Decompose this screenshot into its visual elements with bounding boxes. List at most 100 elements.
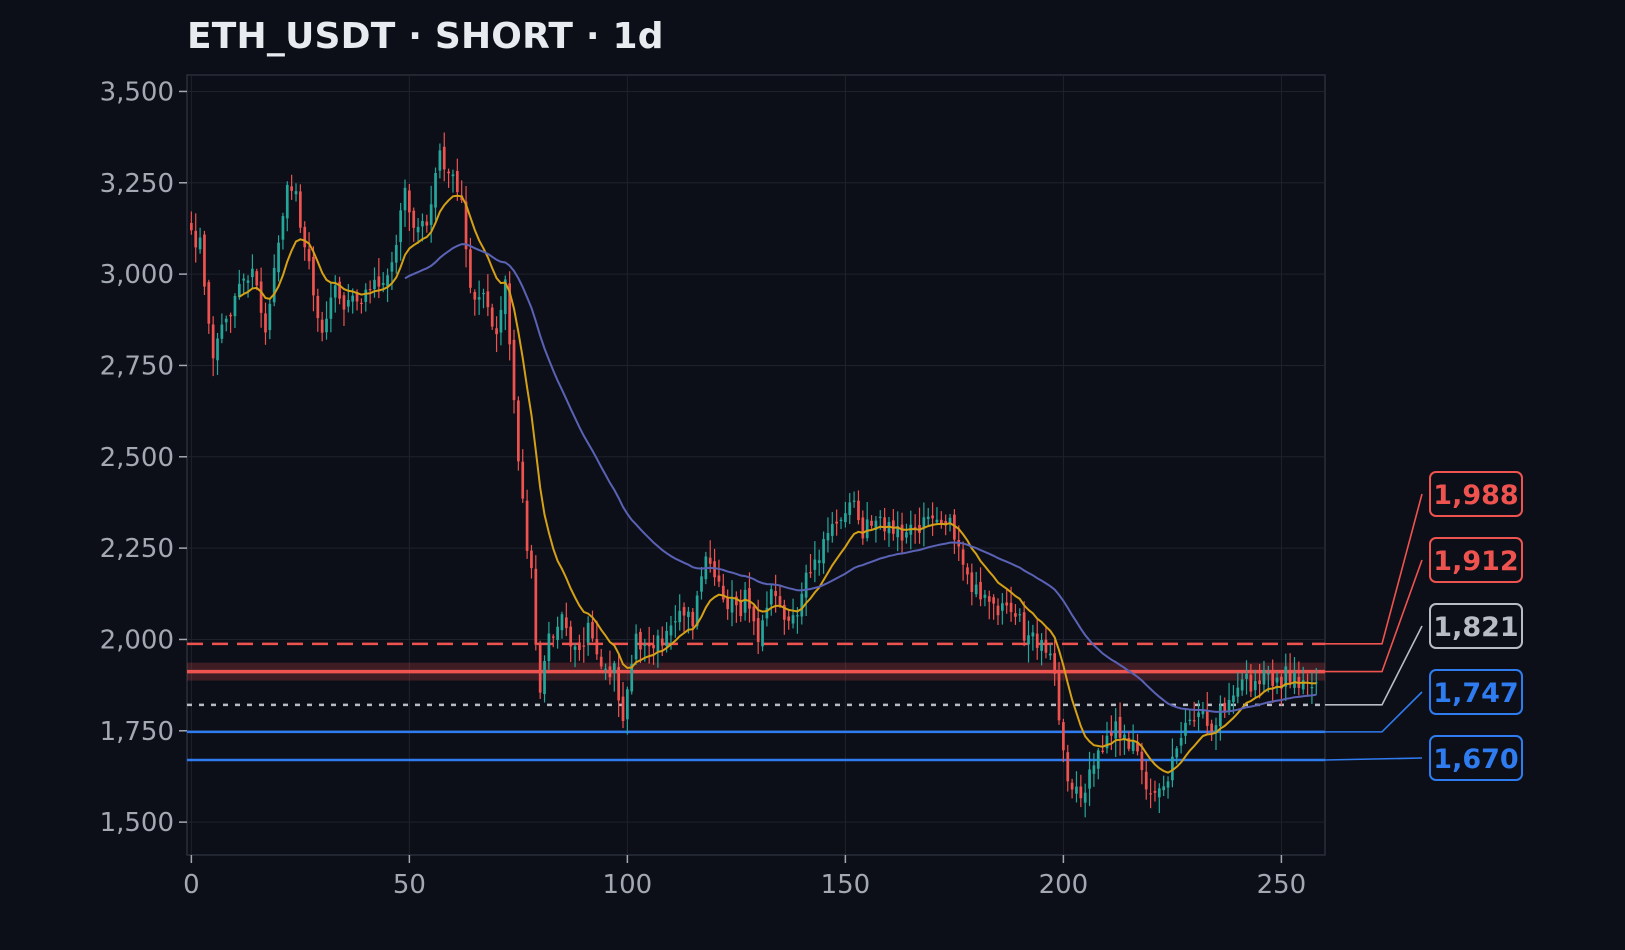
- candle-body: [560, 614, 564, 631]
- candle-body: [1310, 687, 1314, 689]
- level-price-label: 1,670: [1433, 744, 1518, 775]
- candle-body: [1040, 640, 1043, 651]
- level-price-label: 1,747: [1433, 678, 1518, 709]
- candle-body: [700, 576, 703, 592]
- candle-body: [1096, 750, 1100, 769]
- candle-body: [1022, 612, 1026, 641]
- candle-body: [556, 626, 559, 641]
- candle-body: [551, 636, 555, 638]
- candle-body: [312, 256, 315, 296]
- candle-body: [857, 500, 860, 521]
- candle-body: [325, 318, 328, 333]
- candle-body: [251, 268, 254, 278]
- candle-body: [800, 593, 804, 617]
- candle-body: [639, 631, 642, 650]
- candle-body: [883, 517, 886, 532]
- candle-body: [1035, 633, 1039, 648]
- candle-body: [935, 519, 939, 523]
- candle-body: [634, 633, 638, 660]
- candle-body: [1018, 614, 1022, 616]
- candle-body: [403, 187, 407, 211]
- y-tick-label: 2,000: [100, 625, 174, 655]
- candle-body: [1179, 737, 1183, 746]
- candle-body: [1240, 679, 1244, 691]
- candle-body: [870, 520, 873, 526]
- candle-body: [652, 644, 655, 649]
- candle-body: [469, 249, 472, 288]
- candle-body: [586, 622, 590, 643]
- candle-body: [743, 589, 747, 613]
- candle-body: [717, 575, 721, 582]
- candle-body: [268, 303, 272, 331]
- candle-body: [878, 516, 882, 518]
- y-tick-label: 2,750: [100, 351, 174, 381]
- candle-body: [285, 184, 289, 219]
- candle-body: [682, 607, 686, 616]
- x-tick-label: 0: [183, 870, 200, 900]
- candle-body: [1009, 602, 1013, 613]
- candle-body: [604, 668, 607, 670]
- candle-body: [774, 590, 777, 597]
- candle-body: [865, 519, 869, 539]
- candle-body: [617, 667, 621, 701]
- level-price-label: 1,821: [1433, 612, 1518, 643]
- candle-body: [216, 338, 219, 361]
- candle-body: [442, 146, 446, 170]
- candle-body: [1157, 788, 1161, 798]
- candle-body: [499, 309, 503, 333]
- candle-body: [1014, 613, 1017, 617]
- candle-body: [905, 532, 908, 538]
- candle-body: [669, 625, 673, 636]
- candle-body: [307, 249, 311, 262]
- candle-body: [748, 588, 751, 609]
- candle-body: [660, 638, 664, 646]
- candle-body: [525, 500, 529, 551]
- candle-body: [399, 210, 402, 243]
- candle-body: [966, 567, 969, 575]
- candle-body: [948, 517, 952, 523]
- candle-body: [752, 606, 756, 622]
- candle-body: [211, 324, 215, 359]
- candle-body: [377, 276, 381, 287]
- candle-body: [987, 596, 991, 602]
- y-tick-label: 2,250: [100, 534, 174, 564]
- candle-body: [691, 611, 695, 627]
- candle-body: [791, 615, 795, 624]
- candle-body: [421, 220, 424, 227]
- candle-body: [1262, 669, 1266, 685]
- candle-body: [804, 572, 808, 598]
- candle-body: [1166, 781, 1170, 788]
- candle-body: [242, 278, 246, 281]
- candle-body: [1131, 741, 1135, 751]
- level-price-label: 1,988: [1433, 480, 1518, 511]
- candle-body: [277, 242, 280, 273]
- candle-body: [852, 500, 856, 502]
- candle-body: [521, 461, 525, 499]
- candle-body: [229, 314, 232, 317]
- candle-body: [970, 572, 974, 592]
- candle-body: [721, 585, 725, 600]
- candle-body: [233, 295, 237, 317]
- candle-body: [1066, 752, 1070, 782]
- candle-body: [190, 222, 193, 231]
- candle-body: [599, 656, 603, 667]
- candle-body: [687, 611, 690, 617]
- candle-body: [1288, 670, 1292, 684]
- candle-body: [1245, 673, 1248, 679]
- candle-body: [290, 186, 293, 191]
- candle-body: [778, 596, 782, 605]
- candle-body: [381, 283, 385, 285]
- candle-body: [1101, 750, 1104, 752]
- y-tick-label: 1,500: [100, 808, 174, 838]
- candle-body: [198, 237, 202, 250]
- candle-body: [1075, 786, 1078, 794]
- candle-body: [756, 618, 760, 643]
- candle-body: [264, 313, 267, 333]
- candle-body: [761, 620, 764, 647]
- candle-body: [591, 621, 594, 639]
- candle-body: [1057, 673, 1061, 721]
- candle-body: [809, 572, 812, 574]
- candle-body: [1070, 782, 1074, 790]
- candle-body: [621, 696, 625, 722]
- candle-body: [473, 291, 477, 300]
